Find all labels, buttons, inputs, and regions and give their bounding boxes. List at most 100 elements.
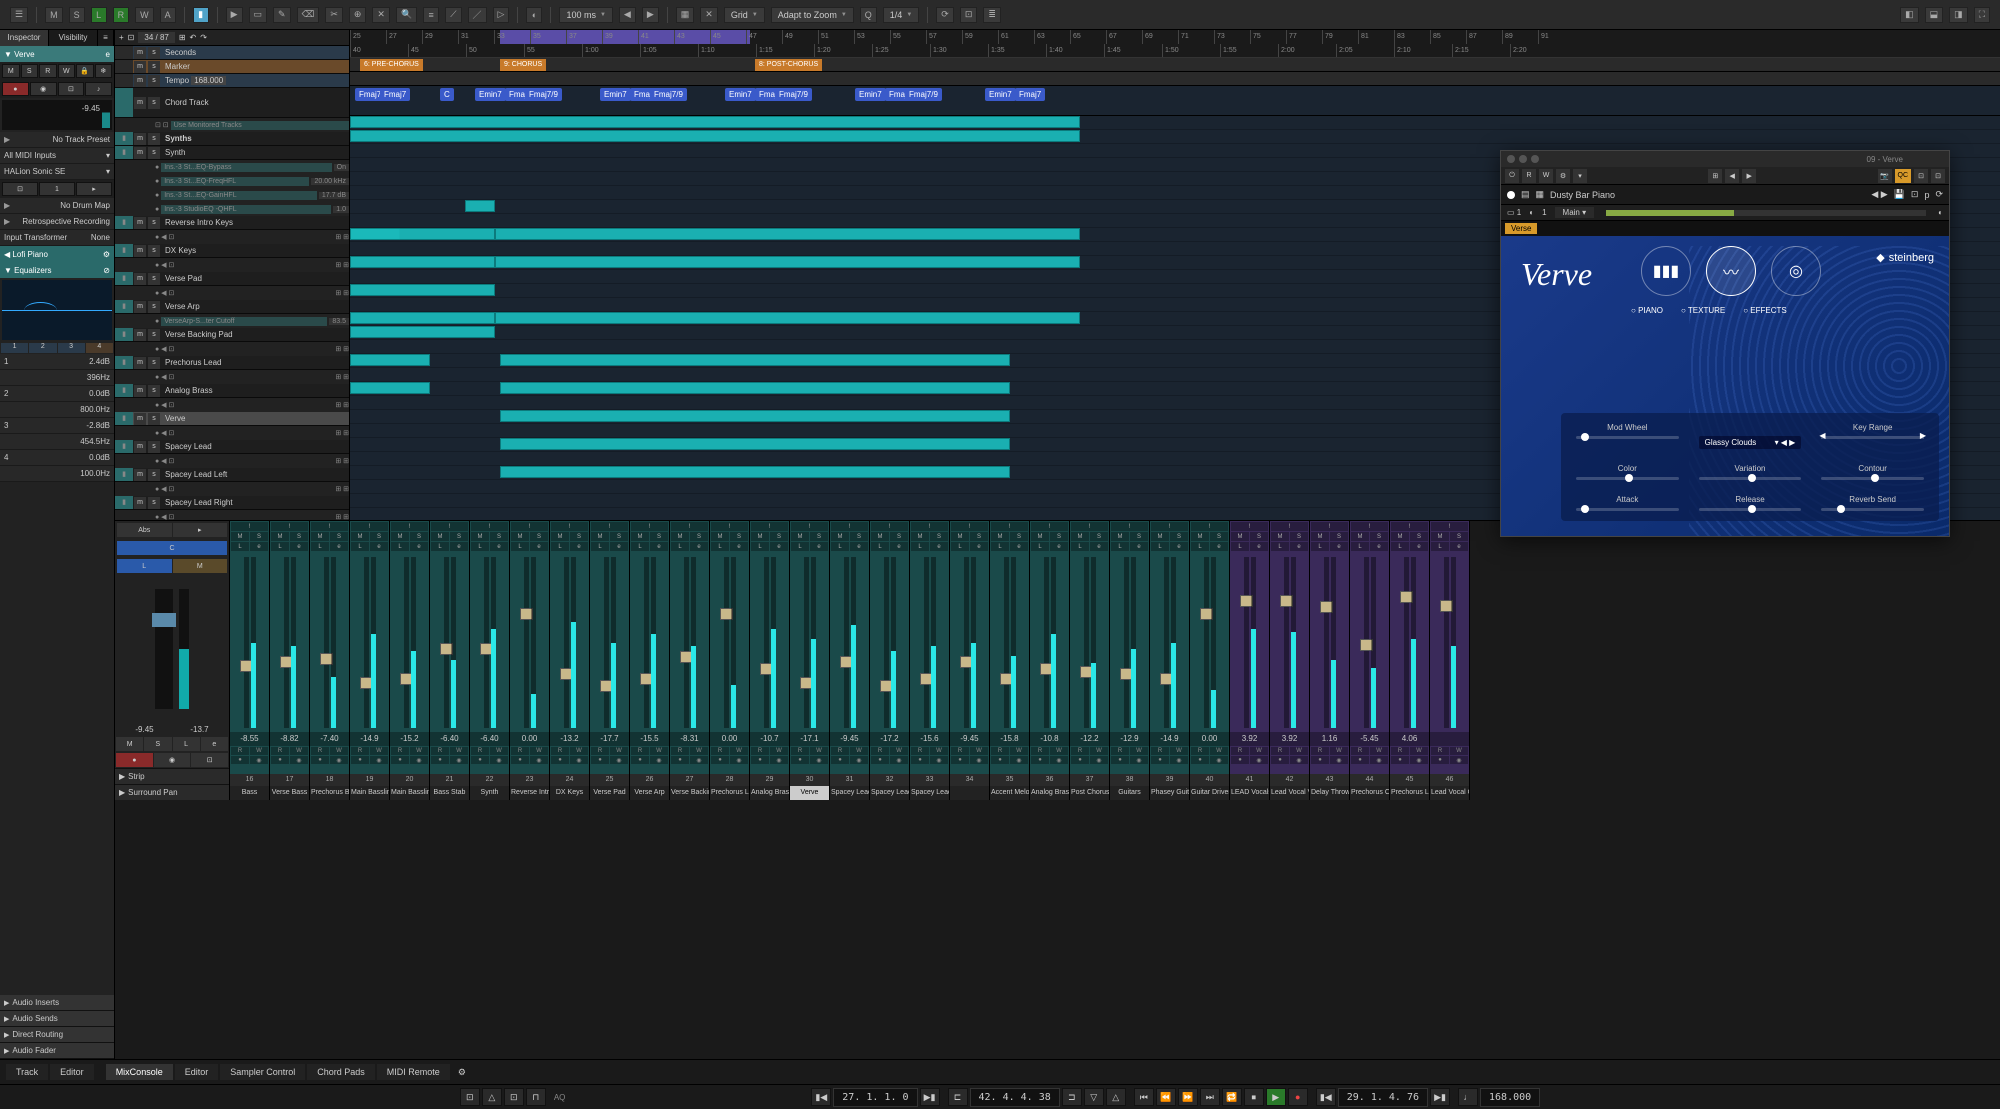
chord-event[interactable]: Emin7 [475,88,506,101]
plugin-side-icon[interactable]: ⊞ [1708,169,1722,183]
eq-bypass-icon[interactable]: ⊘ [103,266,110,275]
channel-fader[interactable] [750,553,789,732]
channel-analog-brass[interactable]: ! MS Le -10.7 RW ●◉ 29 Analog Brass [750,521,790,800]
track-row-verse-arp[interactable]: ▮ m s Verse Arp [115,300,349,314]
marker-lane[interactable]: 6: PRE-CHORUS9: CHORUS8: POST-CHORUS [350,58,2000,72]
retro-record-row[interactable]: ▶Retrospective Recording [0,214,114,230]
variation-slider[interactable] [1699,477,1802,480]
reverb-slider[interactable] [1821,508,1924,511]
forward-icon[interactable]: ⏩ [1178,1088,1198,1106]
midi-clip[interactable] [465,200,495,212]
eq-curve-display[interactable] [2,280,112,340]
track-row-seconds[interactable]: m s Seconds [115,46,349,60]
plugin-settings-icon[interactable]: ⚙ [1556,169,1570,183]
tool-line-icon[interactable]: ／ [468,7,487,23]
channel-fader[interactable] [430,553,469,732]
channel-fader[interactable] [270,553,309,732]
channel-fader[interactable] [1070,553,1109,732]
mix-mon[interactable]: ◉ [154,753,191,767]
plugin-vol-icon[interactable]: ◐ [1938,208,1943,217]
track-row-synths[interactable]: ▮ m s Synths [115,132,349,146]
w-button[interactable]: W [135,7,154,23]
channel-prechorus-crushed-vocals[interactable]: ! MS Le -5.45 RW ●◉ 44 Prechorus Crushed… [1350,521,1390,800]
s-button[interactable]: S [69,7,85,23]
track-mute[interactable]: m [134,497,146,509]
zone-left-icon[interactable]: ◧ [1900,7,1919,23]
tool-mute-icon[interactable]: ✕ [372,7,390,23]
tool-comp-icon[interactable]: ≡ [423,7,439,23]
r-button[interactable]: R [113,7,130,23]
selected-channel-fader[interactable] [115,575,229,723]
rewind-icon[interactable]: ⏪ [1156,1088,1176,1106]
goto-start-icon[interactable]: ⏮ [1134,1088,1154,1106]
marker[interactable]: 9: CHORUS [500,59,546,71]
editor-tab-left[interactable]: Editor [50,1064,94,1080]
plugin-mw-icon[interactable]: ◐ [1529,208,1534,217]
track-config-icon[interactable]: ⊞ [179,33,186,42]
mix-s2[interactable]: S [144,737,171,751]
channel-verse-bass[interactable]: ! MS Le -8.82 RW ●◉ 17 Verse Bass [270,521,310,800]
plugin-preset-save-icon[interactable]: 💾 [1894,189,1905,200]
midi-clip[interactable] [350,228,495,240]
track-row-synth[interactable]: ▮ m s Synth [115,146,349,160]
channel-delay-throw[interactable]: ! MS Le 1.16 RW ●◉ 43 Delay Throw [1310,521,1350,800]
track-solo[interactable]: s [148,497,160,509]
plugin-fx-icon[interactable]: ⊡ [1914,169,1928,183]
plugin-func-icon[interactable]: ⊡ [1931,169,1945,183]
track-mute[interactable]: m [134,413,146,425]
tab-settings-icon[interactable]: ⚙ [458,1067,466,1078]
cycle-icon[interactable]: 🔁 [1222,1088,1242,1106]
channel-fader[interactable] [1230,553,1269,732]
plugin-p-icon[interactable]: p [1924,190,1929,200]
track-solo[interactable]: s [148,147,160,159]
track-solo[interactable]: s [148,441,160,453]
midi-clip[interactable] [495,312,1080,324]
chord-event[interactable]: Emin7 [600,88,631,101]
loop-out-icon[interactable]: ⊐ [1062,1088,1082,1106]
channel-verve[interactable]: ! MS Le -17.1 RW ●◉ 30 Verve [790,521,830,800]
toolbar-icon-3[interactable]: ≣ [983,7,1001,23]
q-toggle[interactable]: Q [860,7,877,23]
track-row-spacey-lead[interactable]: ▮ m s Spacey Lead [115,440,349,454]
track-mute[interactable]: m [134,133,146,145]
track-row-prechorus-lead[interactable]: ▮ m s Prechorus Lead [115,356,349,370]
track-mute[interactable]: m [134,147,146,159]
channel-reverse-intro-keys[interactable]: ! MS Le 0.00 RW ●◉ 23 Reverse Intro Keys [510,521,550,800]
minimize-icon[interactable] [1519,155,1527,163]
track-row-reverse-intro-keys[interactable]: ▮ m s Reverse Intro Keys [115,216,349,230]
surround-section[interactable]: ▶Surround Pan [115,784,229,800]
midi-clip[interactable] [350,354,430,366]
close-icon[interactable] [1507,155,1515,163]
tool-erase-icon[interactable]: ⌫ [297,7,320,23]
editor-tab[interactable]: Editor [175,1064,219,1080]
track-tab[interactable]: Track [6,1064,48,1080]
record-button[interactable]: ● [1288,1088,1308,1106]
mix-c[interactable]: C [117,541,227,555]
chord-event[interactable]: Fmaj7/9 [650,88,687,101]
track-solo[interactable]: s [148,75,160,87]
channel-fader[interactable] [1430,553,1469,732]
tool-play-icon[interactable]: ▷ [493,7,510,23]
channel-fader[interactable] [1390,553,1429,732]
play-button[interactable]: ▶ [1266,1088,1286,1106]
ch-1[interactable]: 1 [39,182,75,196]
track-solo[interactable]: s [148,469,160,481]
insp-s-button[interactable]: S [21,64,39,78]
plugin-titlebar[interactable]: 09 - Verve [1501,151,1949,167]
chord-event[interactable]: Fmaj7/9 [525,88,562,101]
channel-fader[interactable] [550,553,589,732]
channel-[interactable]: ! MS Le -9.45 RW ●◉ 34 [950,521,990,800]
channel-verse-backing-pad[interactable]: ! MS Le -8.31 RW ●◉ 27 Verse Backing Pad [670,521,710,800]
punch-out-icon[interactable]: △ [1106,1088,1126,1106]
tool-range-icon[interactable]: ▭ [249,7,268,23]
keyrange-slider[interactable] [1821,436,1924,439]
channel-guitar-driven-lead-backing[interactable]: ! MS Le 0.00 RW ●◉ 40 Guitar Driven Lead… [1190,521,1230,800]
m-button[interactable]: M [45,7,63,23]
texture-mode-label[interactable]: TEXTURE [1681,306,1725,315]
plugin-page-dropdown[interactable]: Main ▾ [1555,207,1595,218]
mix-abs[interactable]: Abs [117,523,172,537]
marker-next-icon[interactable]: ▶▮ [920,1088,940,1106]
chord-lane[interactable]: Fmaj7Fmaj7CEmin7Fmaj7Fmaj7/9Emin7Fmaj7Fm… [350,86,2000,116]
channel-fader[interactable] [950,553,989,732]
tool-zoom-icon[interactable]: 🔍 [396,7,417,23]
